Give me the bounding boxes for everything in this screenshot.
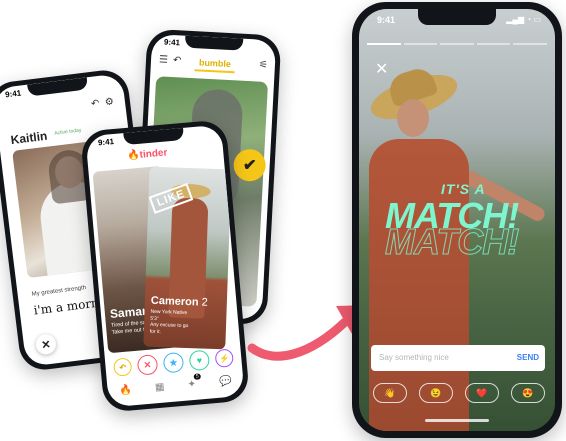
person-head (397, 99, 429, 137)
status-time: 9:41 (377, 15, 396, 25)
notch (27, 77, 89, 97)
card-bio: New York Native 5'3" Any excuse to go fo… (149, 308, 189, 335)
match-title-echo: MATCH! (384, 221, 519, 263)
superlike-icon[interactable]: ★ (162, 351, 185, 374)
card-age: 2 (201, 296, 208, 309)
match-screen: 9:41 ▂▄▆ ◔ ▭ ✕ IT'S A MATCH! MATCH! Say … (359, 9, 555, 431)
notch (184, 35, 244, 51)
menu-icon[interactable]: ☰ (159, 54, 169, 65)
close-icon[interactable]: ✕ (375, 59, 388, 79)
prompt-label: My greatest strength (31, 285, 87, 298)
boost-icon[interactable]: ⚡ (214, 348, 235, 368)
undo-icon[interactable]: ↶ (90, 98, 100, 110)
tinder-phone: 9:41 🔥tinder Samantha Tired of the same … (79, 119, 251, 413)
profile-name: Kaitlin (9, 128, 49, 148)
chat-icon[interactable]: 💬 (219, 375, 232, 387)
card-name: Cameron 2 (151, 295, 208, 309)
progress-segment (440, 43, 474, 45)
message-placeholder: Say something nice (379, 353, 449, 362)
tinder-wordmark: tinder (139, 147, 168, 161)
send-button[interactable]: SEND (517, 353, 539, 362)
nope-icon[interactable]: ✕ (136, 354, 159, 376)
notch (123, 127, 185, 146)
match-phone: 9:41 ▂▄▆ ◔ ▭ ✕ IT'S A MATCH! MATCH! Say … (352, 2, 562, 438)
reaction-wink[interactable]: 😉 (419, 383, 453, 403)
spark-icon[interactable]: ✦ 5 (187, 372, 201, 390)
progress-segment (476, 43, 511, 45)
tinder-screen: 9:41 🔥tinder Samantha Tired of the same … (85, 124, 245, 408)
progress-segment (367, 43, 401, 45)
active-status: Active today (53, 127, 82, 137)
status-time: 9:41 (163, 37, 181, 48)
bumble-logo-underline (194, 69, 235, 74)
card-cameron[interactable]: LIKE Cameron 2 New York Native 5'3" Any … (143, 166, 232, 350)
notification-badge: 5 (193, 372, 201, 380)
status-time: 9:41 (97, 136, 115, 148)
like-icon[interactable]: ♥ (188, 349, 211, 372)
reaction-wave[interactable]: 👋 (373, 383, 407, 403)
arrow-curve (247, 317, 350, 361)
message-box[interactable]: Say something nice SEND (371, 345, 545, 371)
reaction-heart-eyes[interactable]: 😍 (511, 383, 545, 403)
back-icon[interactable]: ↶ (173, 55, 182, 66)
story-progress (367, 43, 547, 45)
bumble-logo: bumble (198, 57, 232, 70)
settings-icon[interactable]: ⚙ (104, 96, 114, 108)
reaction-heart[interactable]: ❤️ (465, 383, 499, 403)
progress-segment (513, 43, 547, 45)
card-name-text: Cameron (150, 294, 199, 309)
notch (418, 9, 496, 25)
filter-icon[interactable]: ⚟ (259, 60, 269, 71)
home-indicator (425, 419, 489, 422)
tinder-logo: 🔥tinder (127, 147, 168, 161)
rewind-icon[interactable]: ↶ (112, 357, 133, 377)
close-icon[interactable]: ✕ (34, 333, 58, 356)
prompt-answer: i'm a morn (32, 295, 100, 318)
status-icons: ▂▄▆ ◔ ▭ (506, 15, 541, 24)
status-time: 9:41 (4, 88, 22, 100)
flame-icon[interactable]: 🔥 (119, 384, 132, 396)
explore-icon[interactable]: ▦ (154, 381, 164, 393)
progress-segment (403, 43, 438, 45)
